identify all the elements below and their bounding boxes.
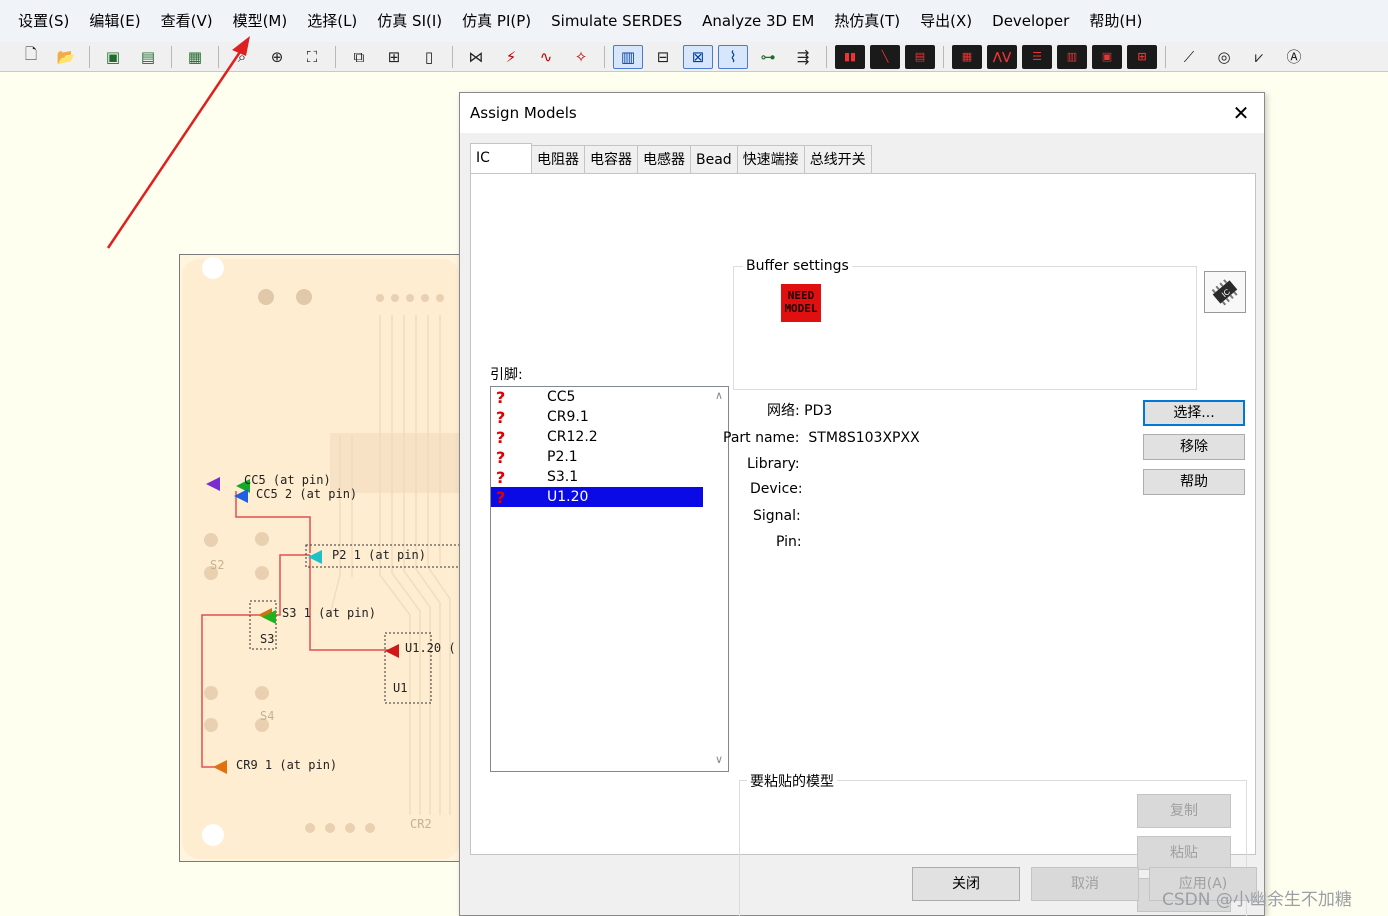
pcb-label-s4-ref: S4: [260, 709, 274, 723]
pcb-label-cc5-2: CC5 2 (at pin): [256, 487, 357, 501]
net-label: 网络:: [767, 403, 800, 419]
pin-name: CR12.2: [547, 429, 598, 445]
pcb-board[interactable]: CC5 (at pin) CC5 2 (at pin) P2 1 (at pin…: [179, 254, 460, 862]
model-type-tabs: IC 电阻器 电容器 电感器 Bead 快速端接 总线开关: [470, 143, 872, 173]
missing-model-icon: ?: [496, 447, 506, 467]
pcb-label-u1: U1: [393, 681, 407, 695]
missing-model-icon: ?: [496, 387, 506, 407]
remove-button[interactable]: 移除: [1143, 434, 1245, 460]
close-icon[interactable]: ✕: [1228, 101, 1254, 125]
part-name-row: Part name: STM8S103XPXX: [723, 430, 920, 446]
pcb-label-s2-ref: S2: [210, 558, 224, 572]
chevron-up-icon[interactable]: ∧: [710, 387, 728, 405]
dialog-titlebar[interactable]: Assign Models ✕: [460, 93, 1264, 133]
pcb-label-s3: S3 1 (at pin): [282, 606, 376, 620]
pin-name: S3.1: [547, 469, 579, 485]
pcb-label-cr9: CR9 1 (at pin): [236, 758, 337, 772]
list-item[interactable]: ? P2.1: [491, 447, 703, 467]
net-row: 网络: PD3: [767, 400, 832, 420]
pcb-label-cr2: CR2: [410, 817, 432, 831]
buffer-settings-label: Buffer settings: [743, 258, 852, 274]
library-label: Library:: [747, 456, 800, 472]
missing-model-icon: ?: [496, 407, 506, 427]
list-item[interactable]: ? CR9.1: [491, 407, 703, 427]
close-button[interactable]: 关闭: [912, 867, 1020, 901]
pin-name: P2.1: [547, 449, 578, 465]
tab-bus-switch[interactable]: 总线开关: [803, 145, 872, 173]
need-model-badge: NEED MODEL: [781, 284, 821, 322]
paste-button[interactable]: 粘贴: [1137, 836, 1231, 870]
list-item[interactable]: ? CC5: [491, 387, 703, 407]
pin-list[interactable]: ? CC5 ? CR9.1 ? CR12.2 ? P2.1 ? S3.1 ? U1.20 ∧…: [490, 386, 729, 772]
tab-inductor[interactable]: 电感器: [637, 145, 691, 173]
pcb-label-u1-pin: U1.20 (: [405, 641, 456, 655]
help-button[interactable]: 帮助: [1143, 469, 1245, 495]
pcb-label-p2: P2 1 (at pin): [332, 548, 426, 562]
signal-label: Signal:: [753, 508, 801, 524]
list-item[interactable]: ? CR12.2: [491, 427, 703, 447]
copy-button[interactable]: 复制: [1137, 794, 1231, 828]
tab-ic[interactable]: IC: [470, 143, 532, 173]
cancel-button[interactable]: 取消: [1031, 867, 1139, 901]
assign-models-dialog: Assign Models ✕ IC 电阻器 电容器 电感器 Bead 快速端接…: [459, 92, 1265, 916]
pcb-label-s3-ref: S3: [260, 632, 274, 646]
pin-name: CR9.1: [547, 409, 589, 425]
missing-model-icon: ?: [496, 487, 506, 507]
pin-name: CC5: [547, 389, 576, 405]
watermark: CSDN @小幽余生不加糖: [1162, 890, 1352, 910]
net-value: PD3: [804, 403, 833, 419]
pcb-label-cc5: CC5 (at pin): [244, 473, 331, 487]
tab-bead[interactable]: Bead: [690, 145, 738, 173]
pins-label: 引脚:: [490, 367, 523, 383]
ic-chip-icon[interactable]: IC: [1204, 271, 1246, 313]
pin-label: Pin:: [776, 534, 802, 550]
pcb-drawing: CC5 (at pin) CC5 2 (at pin) P2 1 (at pin…: [180, 255, 459, 861]
part-name-label: Part name:: [723, 430, 800, 446]
missing-model-icon: ?: [496, 467, 506, 487]
dialog-title: Assign Models: [470, 104, 577, 122]
chevron-down-icon[interactable]: ∨: [710, 751, 728, 769]
tab-resistor[interactable]: 电阻器: [531, 145, 585, 173]
pin-name: U1.20: [547, 489, 589, 505]
list-item-selected[interactable]: ? U1.20: [491, 487, 703, 507]
part-name-value: STM8S103XPXX: [808, 430, 920, 446]
tab-capacitor[interactable]: 电容器: [584, 145, 638, 173]
tab-panel-ic: Buffer settings NEED MODEL IC 引脚: ? CC5 ?…: [470, 173, 1256, 916]
select-button[interactable]: 选择...: [1143, 400, 1245, 426]
missing-model-icon: ?: [496, 427, 506, 447]
device-label: Device:: [750, 481, 803, 497]
tab-quick-termination[interactable]: 快速端接: [736, 145, 805, 173]
paste-models-label: 要粘贴的模型: [747, 771, 837, 791]
list-item[interactable]: ? S3.1: [491, 467, 703, 487]
